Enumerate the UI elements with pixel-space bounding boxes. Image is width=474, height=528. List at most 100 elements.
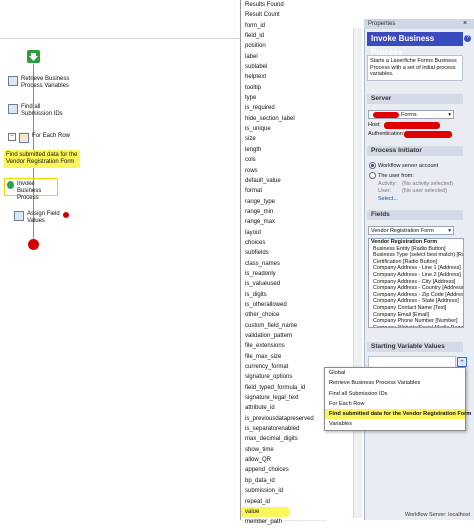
field-list-item[interactable]: is_otherallowed xyxy=(245,300,325,310)
server-select[interactable]: Forms ▾ xyxy=(368,110,454,119)
field-list-item[interactable]: field_id xyxy=(245,31,325,41)
field-list-item[interactable]: attribute_id xyxy=(245,403,325,413)
field-list-item[interactable]: length xyxy=(245,145,325,155)
form-field-item[interactable]: Company Phone Number [Number] xyxy=(371,318,463,325)
vertical-scrollbar[interactable] xyxy=(353,28,362,518)
context-menu-item[interactable]: For Each Row xyxy=(325,399,465,409)
end-node[interactable] xyxy=(28,239,39,250)
field-list-item[interactable]: is_unique xyxy=(245,124,325,134)
form-field-item[interactable]: Company Address - Country [Address] xyxy=(371,285,463,292)
form-field-item[interactable]: Business Entity [Radio Button] xyxy=(371,246,463,253)
step-invoke-business-process[interactable]: Invoke Business Process xyxy=(4,178,58,201)
collapse-toggle-icon[interactable]: − xyxy=(8,133,16,141)
field-list-item[interactable]: validation_pattern xyxy=(245,331,325,341)
radio-user-from[interactable]: The user from: xyxy=(369,172,414,179)
field-list-item[interactable]: tooltip xyxy=(245,83,325,93)
form-field-item[interactable]: Company Address - City [Address] xyxy=(371,279,463,286)
field-list-item[interactable]: repeat_id xyxy=(245,497,325,507)
field-list-item[interactable]: format xyxy=(245,186,325,196)
canvas-scroll-area xyxy=(325,0,363,520)
field-list-item[interactable]: type xyxy=(245,93,325,103)
field-list-item[interactable]: custom_field_name xyxy=(245,321,325,331)
form-field-item[interactable]: Company Website/Social Media Page [L xyxy=(371,325,463,327)
step-label: Retrieve Business Process Variables xyxy=(21,76,70,89)
field-list-item[interactable]: layout xyxy=(245,228,325,238)
form-field-item[interactable]: Company Contact Name [Text] xyxy=(371,305,463,312)
field-list-item[interactable]: Results Found xyxy=(245,0,325,10)
form-field-item[interactable]: Business Type (select best match) [Radi xyxy=(371,252,463,259)
field-list-item[interactable]: class_names xyxy=(245,259,325,269)
form-field-item[interactable]: Company Address - State [Address] xyxy=(371,298,463,305)
fields-section-heading[interactable]: Fields xyxy=(367,210,463,220)
field-list-item[interactable]: signature_legal_text xyxy=(245,393,325,403)
field-list-item[interactable]: helptext xyxy=(245,72,325,82)
radio-selected-icon xyxy=(369,162,376,169)
field-property-dropdown[interactable]: Results Found Result Count form_id field_id… xyxy=(240,0,326,525)
field-list-item[interactable]: Result Count xyxy=(245,10,325,20)
field-list-item[interactable]: allow_QR xyxy=(245,455,325,465)
radio-service-account[interactable]: Workflow server account xyxy=(369,162,438,169)
field-list-item[interactable]: is_separatorenabled xyxy=(245,424,325,434)
field-list-item[interactable]: member_path xyxy=(245,517,325,527)
field-list-item[interactable]: currency_format xyxy=(245,362,325,372)
field-list-item[interactable]: other_choice xyxy=(245,310,325,320)
context-menu-item[interactable]: Global xyxy=(325,368,465,378)
field-list-item[interactable]: choices xyxy=(245,238,325,248)
starting-variable-values-heading[interactable]: Starting Variable Values xyxy=(367,342,463,352)
field-list-item[interactable]: is_previousdatapreserved xyxy=(245,414,325,424)
form-fields-list[interactable]: Vendor Registration Form Business Entity… xyxy=(368,238,464,328)
context-menu-item[interactable]: Find all Submission IDs xyxy=(325,389,465,399)
field-list-item[interactable]: max_decimal_digits xyxy=(245,434,325,444)
field-list-item[interactable]: is_digits xyxy=(245,290,325,300)
step-find-vendor-form-data[interactable]: Find submitted data for the Vendor Regis… xyxy=(4,150,81,168)
field-list-item[interactable]: is_valueused xyxy=(245,279,325,289)
form-select[interactable]: Vendor Registration Form ▾ xyxy=(368,226,454,235)
form-field-item[interactable]: Company Address - Line 2 [Address] xyxy=(371,272,463,279)
server-section-heading[interactable]: Server xyxy=(367,94,463,104)
field-list-item[interactable]: append_choices xyxy=(245,465,325,475)
field-list-item[interactable]: label xyxy=(245,52,325,62)
field-list-item[interactable]: cols xyxy=(245,155,325,165)
field-list-item[interactable]: form_id xyxy=(245,21,325,31)
field-list-item[interactable]: is_readonly xyxy=(245,269,325,279)
field-list-item[interactable]: sublabel xyxy=(245,62,325,72)
field-list-item[interactable]: signature_options xyxy=(245,372,325,382)
field-list-item[interactable]: file_extensions xyxy=(245,341,325,351)
field-list-item[interactable]: range_type xyxy=(245,197,325,207)
context-menu-item[interactable]: Find submitted data for the Vendor Regis… xyxy=(325,409,471,420)
field-list-item[interactable]: show_time xyxy=(245,445,325,455)
step-assign-field-values[interactable]: Assign Field Values xyxy=(14,211,69,225)
field-list-item[interactable]: size xyxy=(245,134,325,144)
field-list-item[interactable]: value xyxy=(241,506,289,518)
form-field-item[interactable]: Certification [Radio Button] xyxy=(371,259,463,266)
form-field-item[interactable]: Company Address - Line 1 [Address] xyxy=(371,265,463,272)
field-list-item[interactable]: is_required xyxy=(245,103,325,113)
workflow-canvas[interactable]: Retrieve Business Process Variables Find… xyxy=(0,0,240,520)
form-field-item[interactable]: Company Address - Zip Code [Address] xyxy=(371,292,463,299)
field-list-item[interactable]: hide_section_label xyxy=(245,114,325,124)
step-find-submission-ids[interactable]: Find all Submission IDs xyxy=(8,104,63,118)
field-list-item[interactable]: file_max_size xyxy=(245,352,325,362)
close-icon[interactable]: × xyxy=(461,20,469,28)
field-list-item[interactable]: rows xyxy=(245,166,325,176)
field-list-item[interactable]: default_value xyxy=(245,176,325,186)
field-list-item[interactable]: bp_data_id xyxy=(245,476,325,486)
field-list-item[interactable]: field_typed_formula_id xyxy=(245,383,325,393)
form-field-item[interactable]: Company Email [Email] xyxy=(371,312,463,319)
add-variable-icon[interactable]: + xyxy=(457,357,467,367)
context-menu-item[interactable]: Retrieve Business Process Variables xyxy=(325,378,465,388)
host-label: Host: xyxy=(368,122,381,128)
step-retrieve-bp-variables[interactable]: Retrieve Business Process Variables xyxy=(8,76,69,90)
field-list-item[interactable]: range_min xyxy=(245,207,325,217)
step-for-each-row[interactable]: − For Each Row xyxy=(8,133,70,143)
help-icon[interactable]: ? xyxy=(464,35,471,42)
insert-token-context-menu[interactable]: Global Retrieve Business Process Variable… xyxy=(324,367,471,431)
start-node[interactable] xyxy=(27,50,40,63)
field-list-item[interactable]: position xyxy=(245,41,325,51)
process-initiator-heading[interactable]: Process Initiator xyxy=(367,146,463,156)
field-list-item[interactable]: range_max xyxy=(245,217,325,227)
select-user-link[interactable]: Select... xyxy=(378,196,398,202)
context-menu-item[interactable]: Variables xyxy=(325,419,465,429)
field-list-item[interactable]: submission_id xyxy=(245,486,325,496)
field-list-item[interactable]: subfields xyxy=(245,248,325,258)
